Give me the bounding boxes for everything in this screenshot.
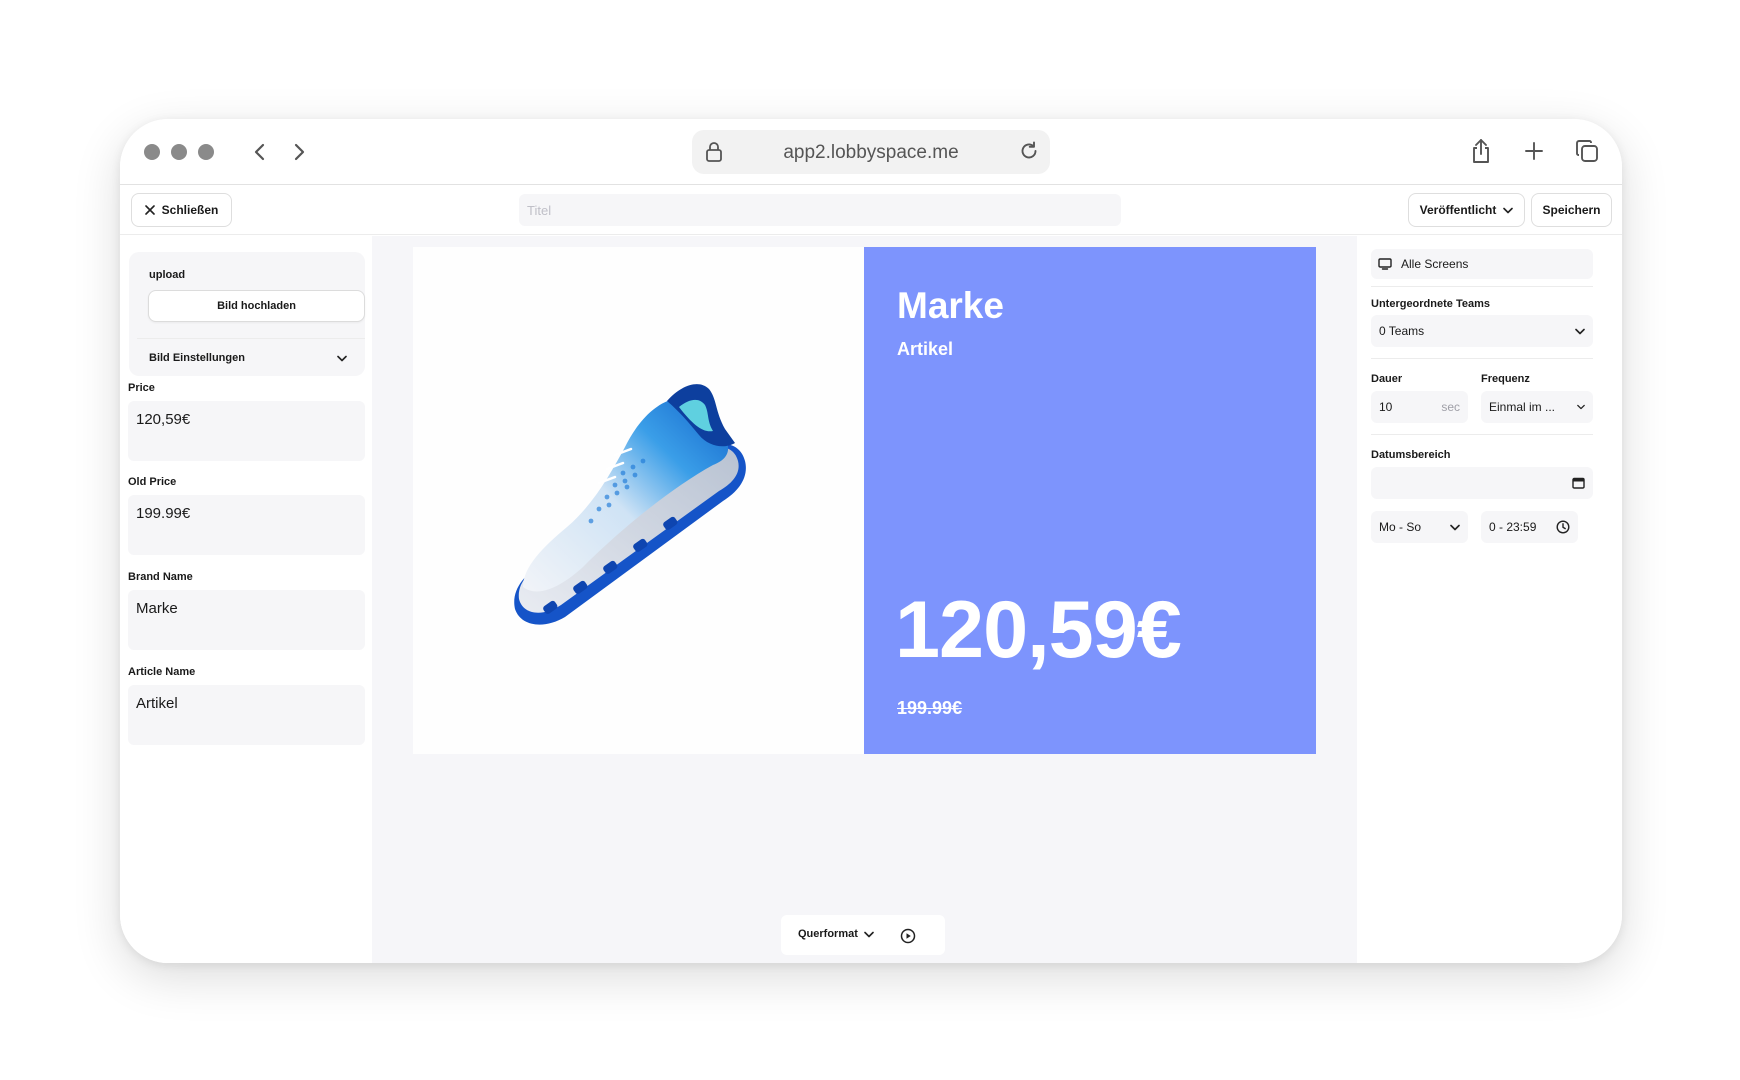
slide-canvas: Marke Artikel 120,59€ 199.99€ Querformat	[372, 236, 1357, 963]
divider	[1371, 434, 1593, 435]
window-close-dot[interactable]	[144, 144, 160, 160]
back-icon[interactable]	[245, 137, 275, 167]
old-price-field[interactable]: 199.99€	[128, 495, 365, 555]
canvas-bottom-bar: Querformat	[781, 915, 945, 955]
date-range-input[interactable]	[1371, 467, 1593, 499]
duration-value: 10	[1379, 400, 1393, 414]
properties-panel: upload Bild hochladen Bild Einstellungen…	[120, 236, 372, 963]
price-field[interactable]: 120,59€	[128, 401, 365, 461]
image-settings-toggle[interactable]: Bild Einstellungen	[149, 352, 347, 364]
tabs-overview-icon[interactable]	[1570, 134, 1604, 168]
article-name-label: Article Name	[128, 666, 196, 678]
teams-dropdown[interactable]: 0 Teams	[1371, 315, 1593, 347]
old-price-label: Old Price	[128, 476, 177, 488]
date-range-label: Datumsbereich	[1371, 449, 1451, 461]
upload-card: upload Bild hochladen Bild Einstellungen	[129, 252, 365, 376]
frequency-value: Einmal im ...	[1489, 400, 1556, 414]
slide-old-price: 199.99€	[897, 698, 963, 718]
price-label: Price	[128, 382, 155, 394]
new-tab-icon[interactable]	[1517, 134, 1551, 168]
save-button-label: Speichern	[1542, 203, 1601, 217]
save-button[interactable]: Speichern	[1531, 193, 1612, 227]
slide-image-area	[413, 247, 864, 754]
close-button[interactable]: Schließen	[131, 193, 232, 227]
forward-icon[interactable]	[284, 137, 314, 167]
weekdays-dropdown[interactable]: Mo - So	[1371, 511, 1468, 543]
slide-brand-name: Marke	[897, 285, 1004, 326]
browser-chrome: app2.lobbyspace.me	[120, 119, 1622, 185]
scheduling-panel: Alle Screens Untergeordnete Teams 0 Team…	[1357, 236, 1622, 963]
time-range-value: 0 - 23:59	[1489, 520, 1537, 534]
teams-label: Untergeordnete Teams	[1371, 298, 1490, 310]
slide-price: 120,59€	[895, 585, 1182, 675]
chevron-down-icon	[1450, 524, 1460, 530]
brand-name-label: Brand Name	[128, 571, 193, 583]
address-bar[interactable]: app2.lobbyspace.me	[692, 130, 1050, 174]
title-input[interactable]	[519, 194, 1121, 226]
browser-window: app2.lobbyspace.me Schließen Veröffentli…	[120, 119, 1622, 963]
upload-label: upload	[149, 269, 186, 281]
monitor-icon	[1378, 258, 1392, 270]
chevron-down-icon	[1577, 404, 1585, 410]
format-label: Querformat	[798, 928, 858, 940]
window-minimize-dot[interactable]	[171, 144, 187, 160]
chevron-down-icon	[864, 931, 874, 937]
slide-article-name: Artikel	[897, 339, 954, 359]
time-range-input[interactable]: 0 - 23:59	[1481, 511, 1578, 543]
divider	[1371, 358, 1593, 359]
teams-value: 0 Teams	[1379, 324, 1425, 338]
chevron-down-icon	[1503, 207, 1514, 213]
share-icon[interactable]	[1464, 134, 1498, 168]
screens-selector[interactable]: Alle Screens	[1371, 249, 1593, 279]
divider	[137, 338, 365, 339]
frequency-dropdown[interactable]: Einmal im ...	[1481, 391, 1593, 423]
brand-name-field[interactable]: Marke	[128, 590, 365, 650]
calendar-icon	[1572, 477, 1585, 489]
sneaker-image	[514, 384, 746, 625]
duration-label: Dauer	[1371, 373, 1403, 385]
divider	[1371, 286, 1593, 287]
chevron-down-icon	[1575, 328, 1585, 334]
close-button-label: Schließen	[161, 203, 219, 217]
slide-info-area: Marke Artikel 120,59€ 199.99€	[864, 247, 1316, 754]
publish-status-dropdown[interactable]: Veröffentlicht	[1408, 193, 1525, 227]
frequency-label: Frequenz	[1481, 373, 1530, 385]
duration-unit: sec	[1441, 400, 1460, 414]
slide-preview[interactable]: Marke Artikel 120,59€ 199.99€	[413, 247, 1316, 754]
upload-image-button[interactable]: Bild hochladen	[148, 290, 365, 322]
duration-input[interactable]: 10 sec	[1371, 391, 1468, 423]
play-preview-icon[interactable]	[900, 928, 916, 949]
url-text[interactable]: app2.lobbyspace.me	[692, 142, 1050, 164]
weekdays-value: Mo - So	[1379, 520, 1422, 534]
chevron-down-icon	[337, 355, 347, 361]
screens-label: Alle Screens	[1401, 257, 1469, 271]
window-zoom-dot[interactable]	[198, 144, 214, 160]
publish-status-label: Veröffentlicht	[1419, 203, 1497, 217]
reload-icon[interactable]	[1018, 140, 1040, 167]
close-icon	[144, 205, 155, 215]
article-name-field[interactable]: Artikel	[128, 685, 365, 745]
editor-toolbar: Schließen Veröffentlicht Speichern	[120, 186, 1622, 235]
clock-icon	[1556, 520, 1570, 534]
format-dropdown[interactable]: Querformat	[798, 928, 874, 940]
image-settings-label: Bild Einstellungen	[149, 352, 245, 364]
